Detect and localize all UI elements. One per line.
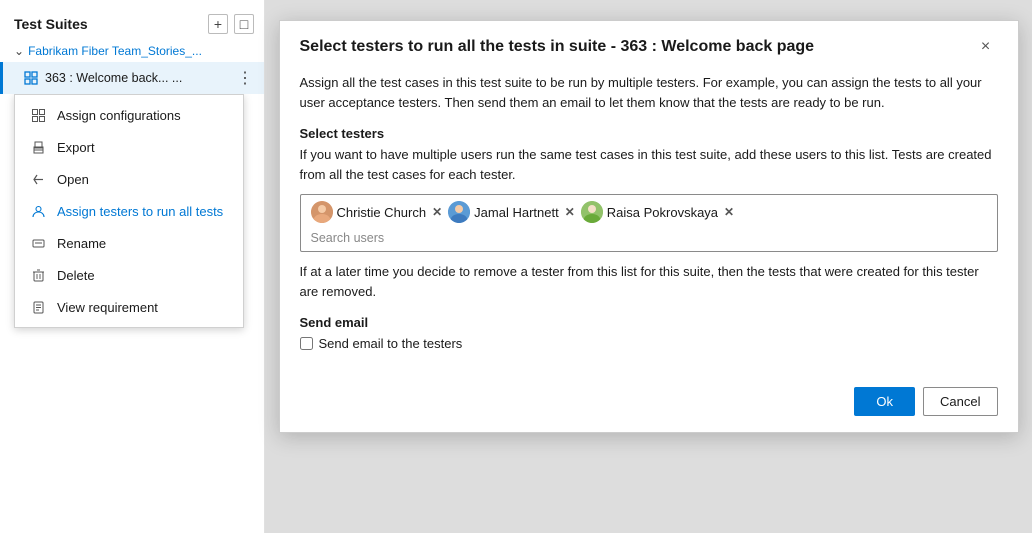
send-email-section: Send email Send email to the testers — [300, 315, 998, 351]
team-row[interactable]: ⌄ Fabrikam Fiber Team_Stories_... — [0, 40, 264, 62]
select-testers-heading: Select testers — [300, 126, 998, 141]
tester-name-cc: Christie Church — [337, 205, 427, 220]
tester-name-jh: Jamal Hartnett — [474, 205, 559, 220]
sidebar: Test Suites + □ ⌄ Fabrikam Fiber Team_St… — [0, 0, 265, 533]
sidebar-title: Test Suites — [14, 16, 88, 32]
menu-item-rename[interactable]: Rename — [15, 227, 243, 259]
context-menu: Assign configurations Export Open Assign… — [14, 94, 244, 328]
menu-item-open[interactable]: Open — [15, 163, 243, 195]
tester-input-box[interactable]: Christie Church ✕ Jamal Hartnett — [300, 194, 998, 252]
tester-remove-cc[interactable]: ✕ — [432, 205, 442, 219]
send-email-checkbox-row: Send email to the testers — [300, 336, 998, 351]
suite-item-icon — [23, 70, 39, 86]
sidebar-header-icons: + □ — [208, 14, 254, 34]
menu-label-assign-configurations: Assign configurations — [57, 108, 181, 123]
suite-item-more-button[interactable]: ⋮ — [234, 67, 256, 89]
dialog-description: Assign all the test cases in this test s… — [300, 73, 998, 112]
tester-chip-jh: Jamal Hartnett ✕ — [448, 201, 575, 223]
menu-item-assign-testers[interactable]: Assign testers to run all tests — [15, 195, 243, 227]
dialog-titlebar: Select testers to run all the tests in s… — [280, 21, 1018, 69]
send-email-heading: Send email — [300, 315, 998, 330]
menu-label-open: Open — [57, 172, 89, 187]
team-label: Fabrikam Fiber Team_Stories_... — [28, 44, 202, 58]
menu-item-export[interactable]: Export — [15, 131, 243, 163]
tester-remove-rp[interactable]: ✕ — [724, 205, 734, 219]
dialog-title: Select testers to run all the tests in s… — [300, 38, 815, 56]
grid-icon — [29, 106, 47, 124]
dialog-body: Assign all the test cases in this test s… — [280, 69, 1018, 371]
select-testers-section: Select testers If you want to have multi… — [300, 126, 998, 301]
menu-item-view-requirement[interactable]: View requirement — [15, 291, 243, 323]
menu-label-view-requirement: View requirement — [57, 300, 158, 315]
menu-label-export: Export — [57, 140, 95, 155]
dialog-close-button[interactable]: × — [974, 35, 998, 59]
doc-icon — [29, 298, 47, 316]
menu-label-assign-testers: Assign testers to run all tests — [57, 204, 223, 219]
rename-icon — [29, 234, 47, 252]
person-icon — [29, 202, 47, 220]
main-area: Select testers to run all the tests in s… — [265, 0, 1032, 533]
cancel-button[interactable]: Cancel — [923, 387, 997, 416]
tester-remove-jh[interactable]: ✕ — [565, 205, 575, 219]
avatar-cc — [311, 201, 333, 223]
avatar-jh — [448, 201, 470, 223]
search-users-placeholder[interactable]: Search users — [311, 229, 987, 245]
dialog-footer: Ok Cancel — [280, 371, 1018, 432]
open-icon — [29, 170, 47, 188]
menu-item-delete[interactable]: Delete — [15, 259, 243, 291]
tester-chip-cc: Christie Church ✕ — [311, 201, 443, 223]
trash-icon — [29, 266, 47, 284]
dialog: Select testers to run all the tests in s… — [279, 20, 1019, 433]
menu-item-assign-configurations[interactable]: Assign configurations — [15, 99, 243, 131]
collapse-icon[interactable]: □ — [234, 14, 254, 34]
suite-item[interactable]: 363 : Welcome back... ... ⋮ — [0, 62, 264, 94]
send-email-label[interactable]: Send email to the testers — [319, 336, 463, 351]
sidebar-header: Test Suites + □ — [0, 8, 264, 40]
tester-name-rp: Raisa Pokrovskaya — [607, 205, 718, 220]
print-icon — [29, 138, 47, 156]
avatar-rp — [581, 201, 603, 223]
menu-label-rename: Rename — [57, 236, 106, 251]
send-email-checkbox[interactable] — [300, 337, 313, 350]
tester-chip-rp: Raisa Pokrovskaya ✕ — [581, 201, 734, 223]
menu-label-delete: Delete — [57, 268, 95, 283]
add-suite-icon[interactable]: + — [208, 14, 228, 34]
chevron-icon: ⌄ — [14, 44, 24, 58]
info-text: If at a later time you decide to remove … — [300, 262, 998, 301]
select-testers-subtext: If you want to have multiple users run t… — [300, 145, 998, 184]
suite-item-label: 363 : Welcome back... ... — [45, 71, 234, 85]
ok-button[interactable]: Ok — [854, 387, 915, 416]
